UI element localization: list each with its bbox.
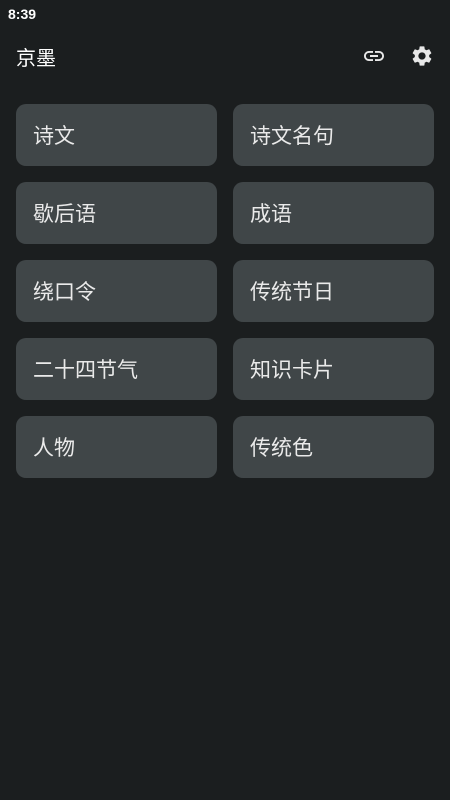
category-traditional-festivals[interactable]: 传统节日 xyxy=(233,260,434,322)
category-famous-lines[interactable]: 诗文名句 xyxy=(233,104,434,166)
app-bar: 京墨 xyxy=(0,28,450,84)
app-title: 京墨 xyxy=(16,45,56,70)
link-icon xyxy=(364,51,384,61)
gear-icon xyxy=(412,46,432,66)
category-poetry[interactable]: 诗文 xyxy=(16,104,217,166)
category-idioms[interactable]: 成语 xyxy=(233,182,434,244)
category-knowledge-cards[interactable]: 知识卡片 xyxy=(233,338,434,400)
category-grid: 诗文 诗文名句 歇后语 成语 绕口令 传统节日 二十四节气 知识卡片 人物 传统… xyxy=(16,104,434,478)
category-xiehouyu[interactable]: 歇后语 xyxy=(16,182,217,244)
settings-button[interactable] xyxy=(398,32,446,80)
category-traditional-colors[interactable]: 传统色 xyxy=(233,416,434,478)
status-time: 8:39 xyxy=(8,6,37,22)
status-bar: 8:39 xyxy=(0,0,450,28)
category-solar-terms[interactable]: 二十四节气 xyxy=(16,338,217,400)
category-people[interactable]: 人物 xyxy=(16,416,217,478)
category-tongue-twisters[interactable]: 绕口令 xyxy=(16,260,217,322)
link-button[interactable] xyxy=(350,32,398,80)
